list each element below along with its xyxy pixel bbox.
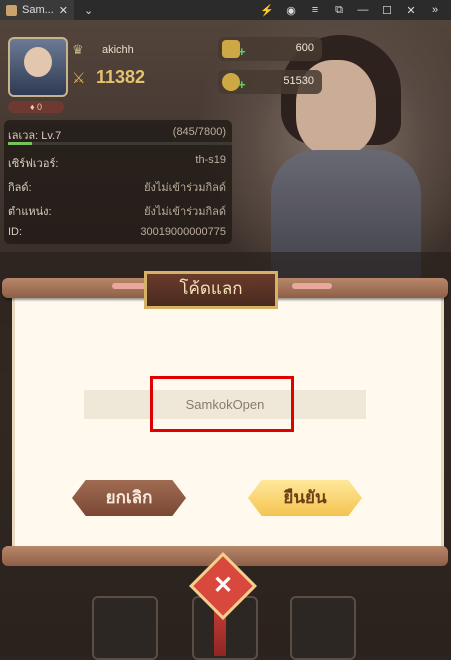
crossed-swords-icon: ⚔ bbox=[72, 70, 86, 87]
xp-bar bbox=[8, 142, 232, 145]
annotation-highlight-box bbox=[150, 376, 294, 432]
gold-value: 600 bbox=[295, 42, 314, 54]
hero-card-slot[interactable] bbox=[92, 596, 158, 660]
lightning-icon[interactable]: ⚡ bbox=[255, 0, 279, 20]
info-row-server: เซิร์ฟเวอร์: th-s19 bbox=[8, 154, 226, 170]
game-favicon-icon bbox=[6, 4, 17, 16]
browser-tab[interactable]: Sam... ✕ bbox=[0, 0, 75, 20]
info-row-level: เลเวล: Lv.7 (845/7800) bbox=[8, 126, 226, 142]
coin-resource[interactable]: + 51530 bbox=[218, 70, 322, 94]
info-row-id: ID: 30019000000775 bbox=[8, 226, 226, 238]
chevron-down-icon[interactable]: ⌄ bbox=[84, 4, 93, 17]
info-row-position: ตำแหน่ง: ยังไม่เข้าร่วมกิลด์ bbox=[8, 206, 226, 218]
info-row-guild: กิลด์: ยังไม่เข้าร่วมกิลด์ bbox=[8, 182, 226, 194]
expand-sidebar-icon[interactable]: » bbox=[423, 0, 447, 20]
gold-resource[interactable]: + 600 bbox=[218, 37, 322, 61]
title-ornament-right bbox=[292, 283, 332, 289]
close-tab-icon[interactable]: ✕ bbox=[59, 4, 68, 17]
maximize-icon[interactable]: ☐ bbox=[375, 0, 399, 20]
external-window-icon[interactable]: ⧉ bbox=[327, 0, 351, 20]
menu-icon[interactable]: ≡ bbox=[303, 0, 327, 20]
combat-power: 11382 bbox=[96, 67, 146, 87]
coin-value: 51530 bbox=[283, 75, 314, 87]
close-window-icon[interactable]: ✕ bbox=[399, 0, 423, 20]
browser-titlebar: Sam... ✕ ⌄ ⚡ ◉ ≡ ⧉ — ☐ ✕ » bbox=[0, 0, 451, 20]
dialog-title: โค้ดแลก bbox=[144, 271, 278, 309]
player-info-panel: เลเวล: Lv.7 (845/7800) เซิร์ฟเวอร์: th-s… bbox=[4, 120, 232, 244]
add-coin-icon[interactable]: + bbox=[238, 77, 246, 92]
close-icon: ✕ bbox=[212, 572, 234, 599]
vip-badge: ♦ 0 bbox=[8, 101, 64, 113]
cancel-button[interactable]: ยกเลิก bbox=[72, 480, 186, 516]
add-gold-icon[interactable]: + bbox=[238, 44, 246, 59]
confirm-button[interactable]: ยืนยัน bbox=[248, 480, 362, 516]
account-icon[interactable]: ◉ bbox=[279, 0, 303, 20]
hero-card-slot[interactable] bbox=[290, 596, 356, 660]
minimize-icon[interactable]: — bbox=[351, 0, 375, 20]
player-nickname: akichh bbox=[102, 44, 134, 56]
tab-title: Sam... bbox=[22, 4, 54, 16]
crown-icon: ♛ bbox=[72, 42, 84, 57]
player-avatar[interactable] bbox=[8, 37, 68, 97]
